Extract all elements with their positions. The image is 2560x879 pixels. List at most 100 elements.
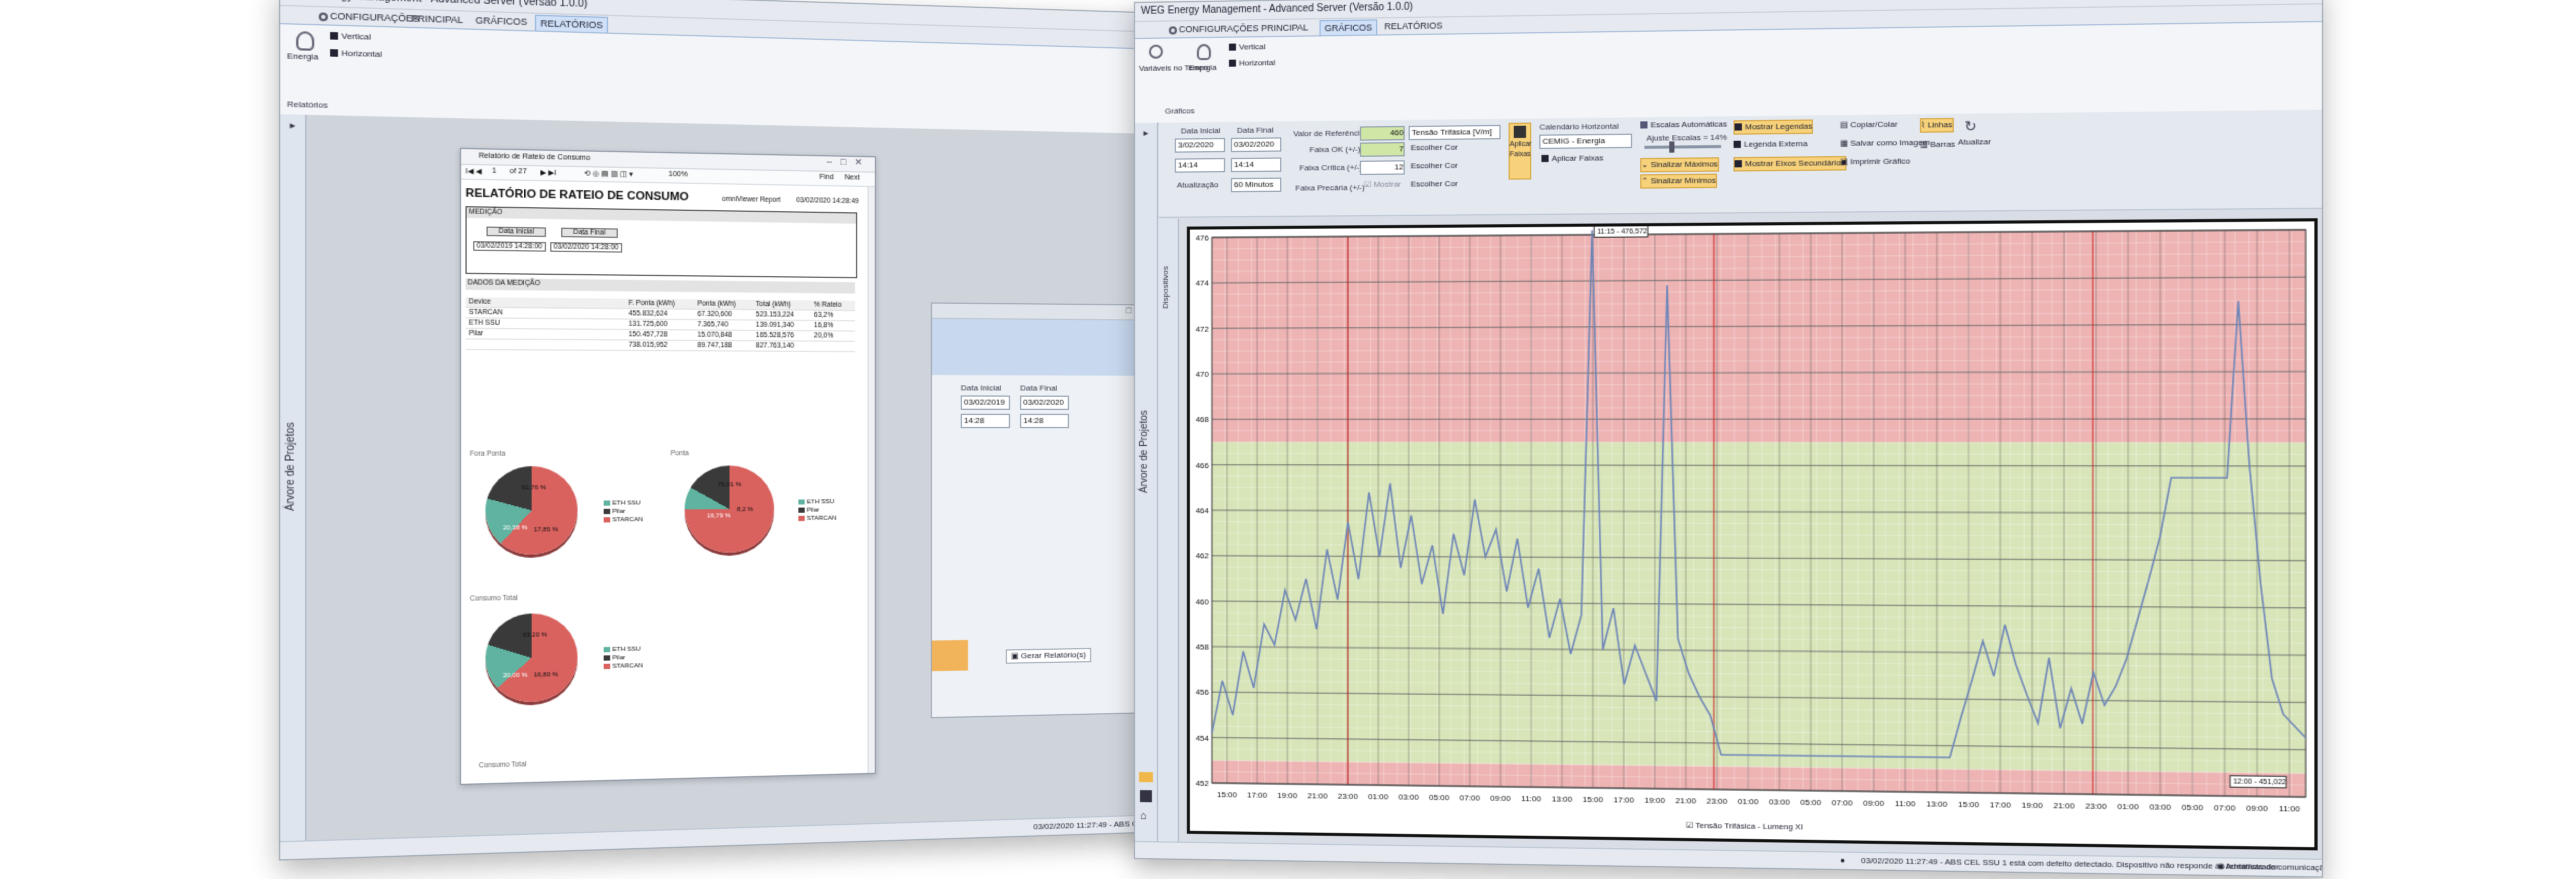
- medicao-section: MEDIÇÃO Data Inicial Data Final 03/02/20…: [465, 206, 858, 279]
- time-end-field[interactable]: 14:14: [1230, 157, 1282, 173]
- dialog-orange-bar: [931, 639, 968, 672]
- device-icon[interactable]: [1139, 790, 1152, 803]
- x-tick-label: 15:00: [1583, 795, 1604, 804]
- toolbar-tool-icons[interactable]: ⟲ ◎ ▤ ▥ ◫ ▾: [584, 169, 633, 178]
- x-tick-label: 19:00: [1277, 791, 1298, 800]
- x-tick-label: 15:00: [1958, 800, 1980, 810]
- tab-relatorios[interactable]: RELATÓRIOS: [1380, 18, 1446, 33]
- y-tick-label: 468: [1196, 415, 1210, 424]
- report-scrollbar[interactable]: [867, 186, 875, 773]
- ajuste-escalas-slider[interactable]: [1644, 141, 1722, 153]
- max-icon: ⌄: [1641, 160, 1649, 170]
- dialog-time2-field[interactable]: 14:28: [1020, 413, 1069, 429]
- atualizacao-select[interactable]: 60 Minutos: [1230, 177, 1282, 193]
- x-tick-label: 23:00: [1707, 796, 1728, 805]
- next-page-icon[interactable]: ▶ ▶I: [540, 168, 556, 178]
- tab-relatorios[interactable]: RELATÓRIOS: [534, 14, 609, 33]
- x-tick-label: 03:00: [2150, 802, 2172, 812]
- aplicar-faixas-button[interactable]: Aplicar Faixas: [1508, 122, 1532, 180]
- date-start-field[interactable]: 3/02/2020: [1174, 138, 1225, 153]
- chart-toolbar: Data Inicial Data Final 3/02/2020 03/02/…: [1158, 109, 2322, 218]
- tab-principal[interactable]: PRINCIPAL: [407, 11, 468, 28]
- copiar-colar-button[interactable]: ▤ Copiar/Colar: [1840, 119, 1897, 132]
- voltage-line-chart[interactable]: 452 454 456 458 460 462 464 466 468 470 472 474 476 1…: [1190, 221, 2314, 847]
- y-tick-label: 456: [1196, 688, 1210, 697]
- vertical-button[interactable]: Vertical: [1228, 41, 1265, 54]
- axes-icon: [1734, 160, 1742, 168]
- save-image-icon: ▦: [1840, 138, 1851, 148]
- escolher-cor-button-3[interactable]: Escolher Cor: [1411, 178, 1458, 191]
- x-tick-label: 19:00: [1644, 796, 1665, 805]
- linhas-button[interactable]: ⌇ Linhas: [1919, 117, 1954, 133]
- x-tick-label: 11:00: [2279, 804, 2301, 814]
- energia-button[interactable]: Energia: [1189, 62, 1217, 74]
- right-project-tree[interactable]: Árvore de Projetos ► ⌂: [1134, 122, 1158, 843]
- vertical-button[interactable]: Vertical: [330, 30, 371, 44]
- mostrar-checkbox[interactable]: ☑ Mostrar: [1364, 179, 1401, 191]
- pie3-legend: ETH SSU Pilar STARCAN: [603, 645, 643, 671]
- home-icon[interactable]: ⌂: [1140, 810, 1147, 822]
- cemig-select[interactable]: CEMIG - Energia: [1539, 133, 1633, 149]
- window-controls[interactable]: –□✕: [2272, 0, 2317, 4]
- atualizar-button[interactable]: Atualizar: [1958, 136, 1991, 149]
- legenda-externa-button[interactable]: Legenda Externa: [1733, 138, 1808, 151]
- x-tick-label: 11:00: [1521, 794, 1541, 803]
- imprimir-grafico-button[interactable]: ▣ Imprimir Gráfico: [1840, 155, 1910, 168]
- legend-external-icon: [1733, 141, 1741, 149]
- faixa-ok-field[interactable]: 7: [1359, 142, 1405, 157]
- tab-graficos[interactable]: GRÁFICOS: [471, 13, 532, 30]
- escalas-automaticas-toggle[interactable]: Escalas Automáticas: [1640, 118, 1727, 131]
- date-end-field[interactable]: 03/02/2020: [1230, 137, 1282, 153]
- tensao-select[interactable]: Tensão Trifásica [V/m]: [1408, 124, 1501, 141]
- faixa-critica-field[interactable]: 12: [1359, 160, 1405, 175]
- aplicar-faixas-calendar-button[interactable]: Aplicar Faixas: [1541, 152, 1603, 165]
- tab-principal[interactable]: PRINCIPAL: [1257, 20, 1312, 35]
- legend-swatch-pilar: [603, 655, 611, 661]
- valor-referencia-field[interactable]: 460: [1359, 126, 1405, 141]
- barras-button[interactable]: ▥ Barras: [1920, 139, 1955, 152]
- sinalizar-minimos-button[interactable]: ⌃ Sinalizar Mínimos: [1640, 173, 1718, 189]
- horizontal-button[interactable]: Horizontal: [330, 47, 382, 61]
- dialog-time1-field[interactable]: 14:28: [960, 413, 1010, 429]
- x-tick-label: 03:00: [1399, 792, 1420, 801]
- devices-panel[interactable]: Dispositivos: [1157, 218, 1179, 843]
- tab-graficos[interactable]: GRÁFICOS: [1319, 19, 1378, 36]
- y-tick-label: 460: [1196, 597, 1210, 606]
- left-project-tree[interactable]: Árvore de Projetos ►: [280, 114, 307, 843]
- x-tick-label: 15:00: [1217, 790, 1238, 799]
- project-tree-label: Árvore de Projetos: [1138, 410, 1150, 494]
- page-input[interactable]: 1: [492, 168, 496, 175]
- gerar-relatorios-button[interactable]: ▣ Gerar Relatório(s): [1005, 647, 1091, 664]
- dialog-date1-field[interactable]: 03/02/2019: [960, 395, 1010, 410]
- find-button[interactable]: Find: [819, 174, 833, 181]
- expand-arrow-icon[interactable]: ►: [288, 121, 297, 131]
- folder-icon[interactable]: [1138, 772, 1153, 783]
- dados-section-header: DADOS DA MEDIÇÃO: [465, 278, 856, 294]
- pie-chart-consumo-total: [485, 612, 578, 703]
- escolher-cor-button-1[interactable]: Escolher Cor: [1411, 142, 1458, 155]
- escolher-cor-button-2[interactable]: Escolher Cor: [1411, 160, 1458, 173]
- time-start-field[interactable]: 14:14: [1174, 158, 1225, 173]
- refresh-icon[interactable]: ↻: [1964, 118, 1976, 136]
- x-tick-label: 17:00: [1990, 800, 2012, 810]
- pie1-legend: ETH SSU Pilar STARCAN: [603, 499, 643, 524]
- report-window-controls[interactable]: –□✕: [827, 156, 871, 168]
- sinalizar-maximos-button[interactable]: ⌄ Sinalizar Máximos: [1640, 157, 1719, 173]
- slider-thumb[interactable]: [1669, 141, 1675, 153]
- mostrar-legendas-button[interactable]: Mostrar Legendas: [1733, 119, 1814, 135]
- pie2-label-b: 16,79 %: [707, 513, 731, 520]
- mostrar-eixos-button[interactable]: Mostrar Eixos Secundários: [1733, 156, 1846, 172]
- next-button[interactable]: Next: [845, 174, 860, 181]
- tab-configuracoes[interactable]: CONFIGURAÇÕES: [1165, 21, 1263, 36]
- expand-arrow-icon[interactable]: ►: [1142, 129, 1150, 138]
- dialog-date2-field[interactable]: 03/02/2020: [1020, 395, 1069, 410]
- horizontal-button[interactable]: Horizontal: [1228, 57, 1275, 70]
- legend-swatch-starcan: [603, 663, 611, 669]
- zoom-select[interactable]: 100%: [668, 171, 687, 179]
- prev-page-icon[interactable]: I◀ ◀: [466, 167, 482, 176]
- pie3-label-b: 20,00 %: [503, 672, 528, 680]
- x-tick-label: 21:00: [1307, 791, 1328, 800]
- energia-button[interactable]: Energia: [287, 50, 318, 64]
- y-tick-label: 462: [1196, 552, 1210, 561]
- salvar-imagem-button[interactable]: ▦ Salvar como Imagem: [1840, 137, 1930, 150]
